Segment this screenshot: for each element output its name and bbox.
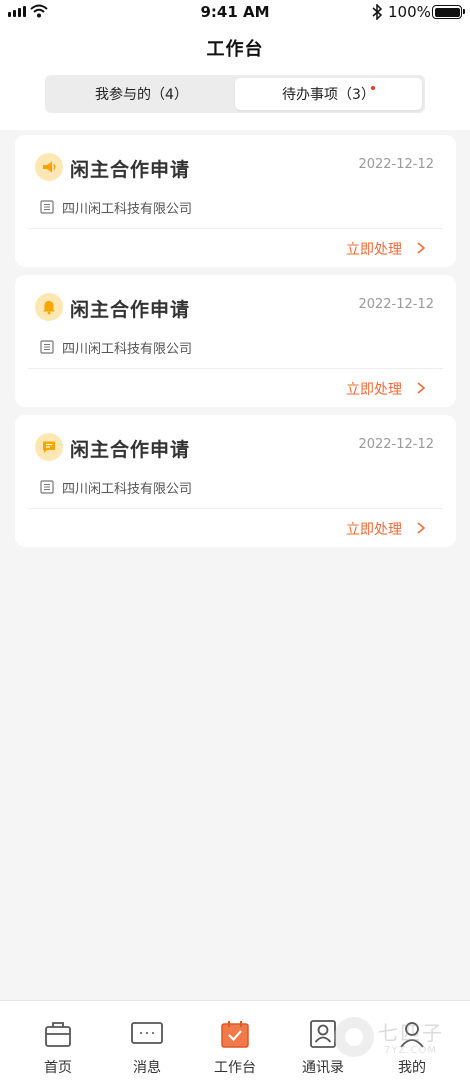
bluetooth-icon: [372, 4, 383, 20]
card-company: 四川闲工科技有限公司: [62, 482, 193, 497]
process-now-button[interactable]: 立即处理: [346, 239, 402, 259]
chevron-right-icon[interactable]: [416, 521, 426, 535]
battery-icon: [432, 5, 465, 19]
document-icon: [40, 200, 54, 214]
tab-messages-label: 消息: [133, 1060, 161, 1076]
segmented-control: 我参与的（4） 待办事项（3）: [45, 75, 425, 113]
tab-home-label: 首页: [44, 1060, 72, 1076]
calendar-check-icon: [221, 1021, 249, 1048]
battery-percent: 100%: [388, 3, 431, 21]
badge-dot: [371, 86, 375, 90]
task-card[interactable]: 闲主合作申请 2022-12-12 四川闲工科技有限公司 立即处理: [15, 135, 456, 267]
chat-icon: [131, 1022, 163, 1044]
status-bar: 9:41 AM 100%: [0, 0, 470, 26]
card-company: 四川闲工科技有限公司: [62, 342, 193, 357]
card-title: 闲主合作申请: [70, 299, 191, 321]
tab-todo-label: 待办事项（3）: [282, 87, 375, 103]
megaphone-icon: [35, 153, 63, 181]
divider: [28, 228, 443, 229]
tab-participated-label: 我参与的（4）: [95, 87, 188, 103]
tab-participated[interactable]: 我参与的（4）: [48, 78, 235, 110]
divider: [28, 508, 443, 509]
card-date: 2022-12-12: [358, 297, 434, 312]
briefcase-icon: [45, 1022, 71, 1047]
task-card[interactable]: 闲主合作申请 2022-12-12 四川闲工科技有限公司 立即处理: [15, 275, 456, 407]
card-title: 闲主合作申请: [70, 159, 191, 181]
watermark-text: 七匹子: [378, 1021, 444, 1045]
card-company: 四川闲工科技有限公司: [62, 202, 193, 217]
tab-workbench-label: 工作台: [214, 1060, 256, 1076]
chevron-right-icon[interactable]: [416, 241, 426, 255]
tab-home[interactable]: 首页: [18, 1001, 98, 1080]
watermark-logo-icon: [334, 1017, 374, 1057]
card-title: 闲主合作申请: [70, 439, 191, 461]
top-bar: 9:41 AM 100% 工作台 我参与的（4） 待办事项（3）: [0, 0, 470, 130]
document-icon: [40, 480, 54, 494]
document-icon: [40, 340, 54, 354]
tab-messages[interactable]: 消息: [107, 1001, 187, 1080]
watermark-sub: 7YZ.COM: [384, 1045, 437, 1056]
card-date: 2022-12-12: [358, 157, 434, 172]
bell-icon: [35, 293, 63, 321]
message-icon: [35, 433, 63, 461]
process-now-button[interactable]: 立即处理: [346, 519, 402, 539]
chevron-right-icon[interactable]: [416, 381, 426, 395]
page-title: 工作台: [206, 39, 264, 60]
card-date: 2022-12-12: [358, 437, 434, 452]
divider: [28, 368, 443, 369]
tab-workbench[interactable]: 工作台: [195, 1001, 275, 1080]
task-card[interactable]: 闲主合作申请 2022-12-12 四川闲工科技有限公司 立即处理: [15, 415, 456, 547]
watermark: 七匹子 7YZ.COM: [330, 1011, 460, 1071]
process-now-button[interactable]: 立即处理: [346, 379, 402, 399]
tab-todo[interactable]: 待办事项（3）: [235, 78, 422, 110]
bottom-tab-bar: 首页 消息 工作台 通讯录 我的 七匹子 7YZ.COM: [0, 1000, 470, 1080]
